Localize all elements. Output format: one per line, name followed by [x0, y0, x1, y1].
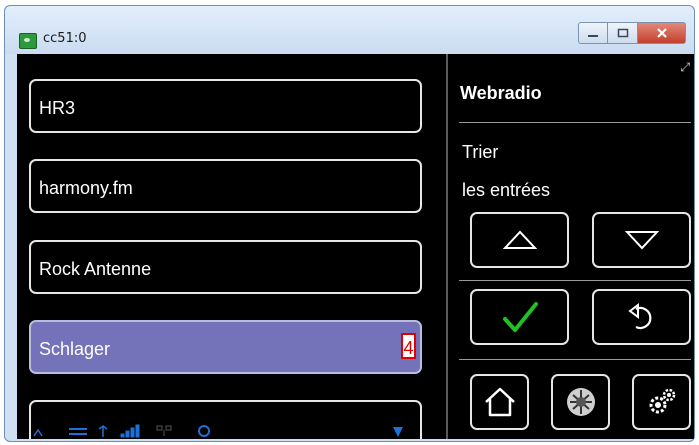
station-label: Rock Antenne — [39, 259, 152, 279]
gears-icon — [649, 388, 675, 414]
media-button[interactable] — [551, 374, 610, 430]
network-icon — [33, 428, 43, 437]
window-title: cc51:0 — [43, 31, 87, 46]
close-button[interactable] — [638, 22, 686, 44]
back-arrow-icon — [627, 303, 651, 330]
position-badge: 4 — [401, 333, 416, 359]
station-item-hr3[interactable]: HR3 — [29, 79, 422, 133]
station-item-rock-antenne[interactable]: Rock Antenne — [29, 240, 422, 294]
back-button[interactable] — [592, 289, 691, 345]
confirm-button[interactable] — [470, 289, 569, 345]
lan-icon — [156, 425, 163, 431]
resize-icon: ⤢ — [680, 60, 690, 74]
client-area: HR3 harmony.fm Rock Antenne Schlager 4 ⤢… — [17, 54, 694, 439]
status-icons — [33, 424, 403, 438]
maximize-button[interactable] — [608, 22, 638, 44]
minimize-icon — [588, 35, 598, 37]
status-bar — [29, 424, 429, 439]
panel-separator — [459, 280, 691, 281]
minimize-button[interactable] — [578, 22, 608, 44]
station-label: HR3 — [39, 98, 76, 118]
move-up-button[interactable] — [470, 212, 569, 268]
home-icon — [484, 387, 515, 417]
move-down-button[interactable] — [592, 212, 691, 268]
maximize-icon — [617, 28, 628, 38]
title-bar[interactable]: cc51:0 — [5, 6, 694, 54]
sort-label-line2: les entrées — [462, 180, 551, 200]
up-arrow-icon — [502, 230, 537, 249]
panel-separator — [459, 359, 691, 360]
transfer-icon — [69, 428, 87, 435]
station-label: Schlager — [39, 339, 111, 359]
speaker-icon — [566, 388, 595, 416]
window-controls — [578, 22, 686, 44]
close-icon — [656, 28, 667, 38]
signal-icon — [120, 433, 125, 438]
checkmark-icon — [502, 302, 538, 332]
station-item-harmony[interactable]: harmony.fm — [29, 159, 422, 213]
sync-icon — [198, 425, 210, 437]
app-window: cc51:0 HR3 harmony.fm Rock Antenne Schla… — [4, 5, 695, 442]
panel-separator — [459, 122, 691, 123]
app-icon — [19, 33, 37, 49]
antenna-icon — [98, 425, 108, 437]
home-button[interactable] — [470, 374, 529, 430]
station-label: harmony.fm — [39, 178, 133, 198]
panel-divider — [446, 54, 448, 439]
scroll-down-icon — [393, 427, 403, 437]
settings-button[interactable] — [632, 374, 691, 430]
down-arrow-icon — [624, 231, 659, 250]
station-item-schlager[interactable]: Schlager 4 — [29, 320, 422, 374]
panel-title: Webradio — [460, 83, 542, 103]
sort-label-line1: Trier — [462, 142, 499, 162]
